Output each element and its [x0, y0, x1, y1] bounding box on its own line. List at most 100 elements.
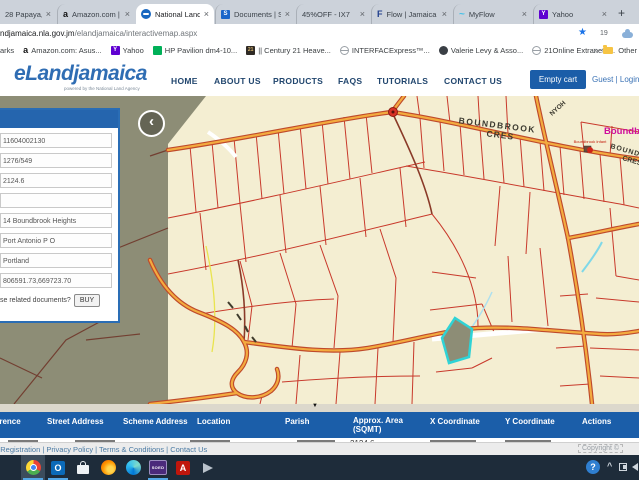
myflow-favicon-icon: [459, 9, 465, 20]
col-street-address: Street Address: [47, 417, 104, 426]
address-bar[interactable]: ndjamaica.nla.gov.jm/elandjamaica/intera…: [0, 29, 197, 38]
bookmarks-overflow-icon[interactable]: »: [593, 45, 598, 55]
nav-faqs[interactable]: FAQS: [338, 76, 362, 86]
browser-toolbar: ndjamaica.nla.gov.jm/elandjamaica/intera…: [0, 24, 639, 42]
bookmark-star-icon[interactable]: ★: [578, 27, 587, 38]
extension-badge[interactable]: 19: [600, 30, 608, 37]
tab-documents[interactable]: Documents | S ×: [215, 4, 295, 24]
taskbar-acrobat[interactable]: [171, 455, 195, 480]
close-icon[interactable]: ×: [46, 9, 51, 19]
help-icon[interactable]: ?: [586, 460, 600, 474]
panel-collapse-button[interactable]: ‹: [138, 110, 165, 137]
bookmark-century21[interactable]: || Century 21 Heave...: [246, 46, 331, 55]
col-x-coordinate: X Coordinate: [430, 417, 480, 426]
bookmark-label: || Century 21 Heave...: [258, 46, 331, 55]
tab-myflow[interactable]: MyFlow ×: [453, 4, 532, 24]
bookmark-label: Amazon.com: Asus...: [31, 46, 101, 55]
globe-icon: [340, 46, 349, 55]
tab-papaya[interactable]: 28 Papaya, R ×: [0, 4, 56, 24]
collapse-triangle-icon[interactable]: ▼: [312, 403, 318, 409]
bookmark-label: Yahoo: [123, 46, 144, 55]
site-header: eLandjamaica powered by the National Lan…: [0, 58, 639, 96]
tab-flow[interactable]: Flow | Jamaica ×: [371, 4, 452, 24]
tab-label: Amazon.com |: [72, 10, 121, 19]
footer-copyright: Copyright ©: [578, 444, 623, 453]
street-address-field: 14 Boundbrook Heights: [0, 213, 112, 228]
close-icon[interactable]: ×: [285, 9, 290, 19]
close-icon[interactable]: ×: [602, 9, 607, 19]
col-reference: Reference: [0, 417, 21, 426]
nav-home[interactable]: HOME: [171, 76, 198, 86]
yahoo-favicon-icon: [111, 46, 120, 55]
buy-prompt: se related documents?: [0, 297, 71, 304]
bookmark-yahoo[interactable]: Yahoo: [111, 46, 144, 55]
col-parish: Parish: [285, 417, 309, 426]
url-path: /elandjamaica/interactivemap.aspx: [75, 29, 198, 38]
chrome-icon: [26, 460, 41, 475]
amazon-favicon-icon: [23, 45, 28, 55]
results-table-header: Reference Street Address Scheme Address …: [0, 412, 639, 438]
taskbar-outlook[interactable]: [46, 455, 70, 480]
amazon-favicon-icon: [63, 9, 68, 19]
century21-favicon-icon: [246, 46, 255, 55]
other-favorites[interactable]: Other: [618, 46, 637, 55]
tray-expand-icon[interactable]: ^: [607, 461, 612, 471]
footer-links[interactable]: d Registration | Privacy Policy | Terms …: [0, 445, 207, 454]
empty-cart-button[interactable]: Empty cart: [530, 70, 586, 89]
browser-tab-strip: 28 Papaya, R × Amazon.com | × National L…: [0, 0, 639, 24]
nav-about-us[interactable]: ABOUT US: [214, 76, 261, 86]
coordinates-field: 806591.73,669723.70: [0, 273, 112, 288]
soed-icon: SOED: [149, 460, 167, 475]
taskbar-edge[interactable]: [121, 455, 145, 480]
acrobat-icon: [176, 461, 190, 475]
close-icon[interactable]: ×: [522, 9, 527, 19]
sync-cloud-icon[interactable]: [622, 32, 633, 38]
nla-favicon-icon: [141, 9, 151, 19]
nav-contact-us[interactable]: CONTACT US: [444, 76, 502, 86]
tab-label: 28 Papaya, R: [5, 10, 42, 19]
tab-label: MyFlow: [469, 10, 518, 19]
tab-amazon[interactable]: Amazon.com | ×: [57, 4, 135, 24]
close-icon[interactable]: ×: [125, 9, 130, 19]
col-y-coordinate: Y Coordinate: [505, 417, 555, 426]
tab-label: Documents | S: [234, 10, 281, 19]
bookmark-hp-pavilion[interactable]: HP Pavilion dm4-10...: [153, 46, 237, 55]
tab-45off[interactable]: 45%OFF - IX7 ×: [296, 4, 370, 24]
col-scheme-address: Scheme Address: [123, 417, 188, 426]
bookmarks-bar: arks Amazon.com: Asus... Yahoo HP Pavili…: [0, 42, 639, 59]
taskbar-firefox[interactable]: [96, 455, 120, 480]
tab-yahoo[interactable]: Yahoo ×: [533, 4, 612, 24]
bookmark-label: HP Pavilion dm4-10...: [165, 46, 237, 55]
panel-header: [0, 110, 118, 128]
site-logo[interactable]: eLandjamaica: [14, 62, 147, 86]
close-icon[interactable]: ×: [442, 9, 447, 19]
close-icon[interactable]: ×: [360, 9, 365, 19]
district-label: Boundbrook: [604, 126, 639, 137]
close-icon[interactable]: ×: [204, 9, 209, 19]
taskbar-soed[interactable]: SOED: [146, 455, 170, 480]
bookmark-valerie-levy[interactable]: Valerie Levy & Asso...: [439, 46, 523, 55]
nav-tutorials[interactable]: TUTORIALS: [377, 76, 428, 86]
bookmark-amazon[interactable]: Amazon.com: Asus...: [23, 45, 101, 55]
taskbar-chrome[interactable]: [21, 455, 45, 480]
bookmark-label: INTERFACExpress™...: [352, 46, 430, 55]
taskbar-send[interactable]: [196, 455, 220, 480]
parcel-id-field: 11604002130: [0, 133, 112, 148]
bookmark-fragment[interactable]: arks: [0, 46, 14, 55]
guest-login-link[interactable]: Guest | Login: [592, 75, 639, 84]
tab-national-land[interactable]: National Land ×: [136, 4, 214, 24]
volume-icon[interactable]: [632, 463, 638, 471]
site-tagline: powered by the National Land Agency: [64, 86, 140, 91]
col-actions: Actions: [582, 417, 611, 426]
bookmark-interfacexpress[interactable]: INTERFACExpress™...: [340, 46, 430, 55]
taskbar-store[interactable]: [71, 455, 95, 480]
parish-field: Portland: [0, 253, 112, 268]
col-location: Location: [197, 417, 230, 426]
new-tab-icon[interactable]: +: [618, 6, 625, 20]
folder-icon: [603, 47, 613, 54]
globe-icon: [532, 46, 541, 55]
nav-products[interactable]: PRODUCTS: [273, 76, 323, 86]
windows-taskbar: SOED ? ^: [0, 455, 639, 480]
tab-label: National Land: [155, 10, 200, 19]
buy-button[interactable]: BUY: [74, 294, 100, 307]
